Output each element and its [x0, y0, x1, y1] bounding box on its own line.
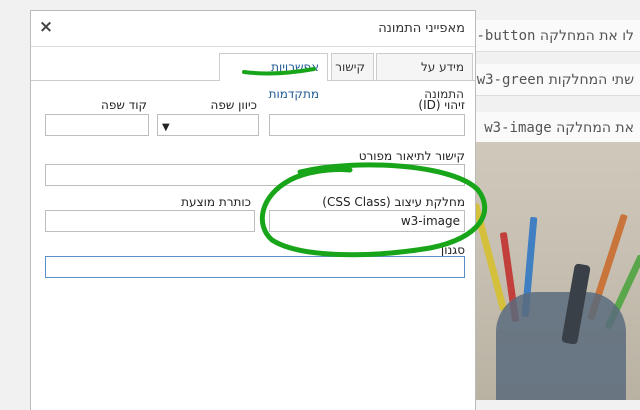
pencil-cup: [496, 292, 626, 400]
editor-line-3: את המחלקה w3-image: [476, 112, 640, 144]
dialog-title: מאפייני התמונה: [378, 21, 465, 36]
editor-image[interactable]: [476, 142, 640, 400]
editor-line-text: לו את המחלקה: [535, 28, 634, 44]
lang-code-label: קוד שפה: [101, 98, 147, 112]
advisory-title-label: כותרת מוצעת: [181, 195, 251, 209]
lang-dir-label: כיוון שפה: [210, 98, 258, 112]
close-icon[interactable]: ×: [38, 18, 54, 36]
editor-line-1: לו את המחלקה w3-button: [476, 20, 640, 52]
tab-bar: מידע על התמונה קישור אפשרויות מתקדמות: [31, 47, 475, 101]
lang-dir-select[interactable]: ▼: [157, 114, 259, 136]
editor-line-text: שתי המחלקות: [544, 72, 634, 88]
dialog-header: × מאפייני התמונה: [31, 11, 475, 47]
editor-line-code: w3-button: [476, 28, 536, 44]
tab-advanced[interactable]: אפשרויות מתקדמות: [219, 53, 328, 101]
style-label: סגנון: [440, 243, 465, 257]
tab-image-info[interactable]: מידע על התמונה: [376, 53, 473, 101]
editor-line-code: w3-image: [484, 120, 552, 136]
editor-line-2: שתי המחלקות w3-green: [476, 64, 640, 96]
id-field[interactable]: [269, 114, 465, 136]
long-desc-label: קישור לתיאור מפורט: [358, 149, 465, 163]
editor-line-code: w3-green: [476, 72, 545, 88]
style-field[interactable]: [45, 256, 465, 278]
editor-line-text: את המחלקה: [551, 120, 634, 136]
long-desc-field[interactable]: [45, 164, 465, 186]
id-label: זיהוי (ID): [418, 98, 465, 112]
lang-code-field[interactable]: [45, 114, 149, 136]
tab-link[interactable]: קישור: [331, 53, 374, 80]
css-class-label: מחלקת עיצוב (CSS Class): [322, 195, 465, 209]
css-class-field[interactable]: w3-image: [269, 210, 465, 232]
chevron-down-icon: ▼: [162, 122, 170, 133]
image-properties-dialog: × מאפייני התמונה מידע על התמונה קישור אפ…: [30, 10, 476, 410]
advisory-title-field[interactable]: [45, 210, 255, 232]
